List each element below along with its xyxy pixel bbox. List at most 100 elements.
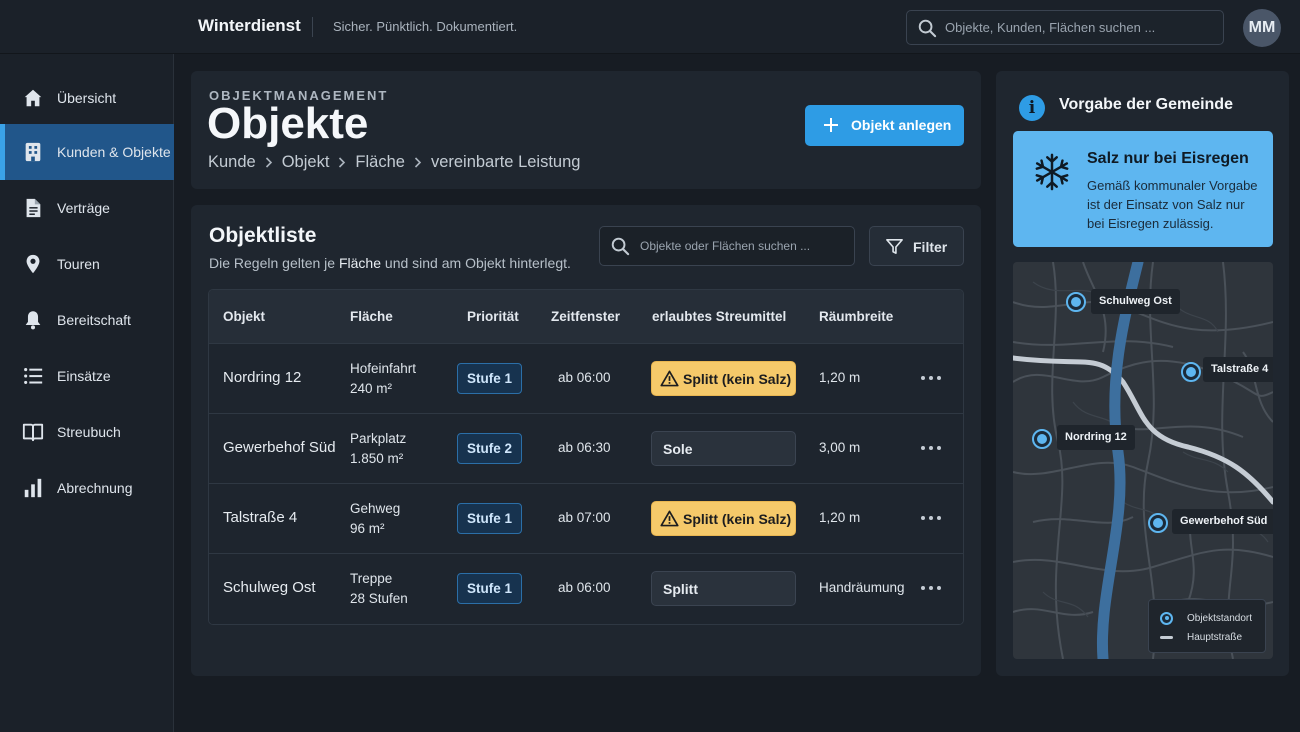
road-line-icon (1160, 635, 1173, 639)
more-actions-icon[interactable] (917, 576, 945, 600)
app-name: Winterdienst (198, 16, 301, 35)
map-legend: Objektstandort Hauptstraße (1148, 599, 1266, 653)
material-label: Splitt (kein Salz) (683, 511, 792, 527)
add-object-button[interactable]: Objekt anlegen (805, 105, 964, 146)
sidebar: Übersicht Kunden & Objekte Verträge Tour… (0, 54, 174, 732)
area-cell: Hofeinfahrt 240 m² (350, 359, 416, 399)
object-name: Gewerbehof Süd (223, 439, 336, 456)
filter-button[interactable]: Filter (869, 226, 964, 266)
map-pin-schulweg-ost[interactable] (1066, 292, 1086, 312)
sidebar-item-label: Abrechnung (57, 480, 133, 496)
column-header-raeumbreite[interactable]: Räumbreite (819, 309, 893, 324)
material-badge: Splitt (kein Salz) (651, 501, 796, 536)
object-search-input[interactable] (640, 227, 848, 265)
notice-title: Salz nur bei Eisregen (1087, 150, 1249, 167)
global-search[interactable] (906, 10, 1224, 45)
clearing-width: Handräumung (819, 580, 905, 595)
map-pin-nordring-12[interactable] (1032, 429, 1052, 449)
priority-badge[interactable]: Stufe 1 (457, 573, 522, 604)
object-name: Talstraße 4 (223, 509, 298, 526)
object-name: Schulweg Ost (223, 579, 316, 596)
chevron-right-icon (256, 156, 282, 168)
user-avatar[interactable]: MM (1243, 9, 1281, 47)
clearing-width: 1,20 m (819, 510, 861, 525)
table-row[interactable]: Schulweg Ost Treppe 28 Stufen Stufe 1 ab … (209, 553, 963, 624)
sidebar-item-touren[interactable]: Touren (0, 236, 174, 292)
app-tagline: Sicher. Pünktlich. Dokumentiert. (333, 19, 518, 34)
map-pin-talstrasse-4[interactable] (1181, 362, 1201, 382)
breadcrumb-item-flaeche[interactable]: Fläche (355, 153, 405, 172)
priority-badge[interactable]: Stufe 2 (457, 433, 522, 464)
map-pin-icon (22, 253, 44, 275)
bell-icon (22, 309, 44, 331)
breadcrumb-item-leistung[interactable]: vereinbarte Leistung (431, 153, 581, 172)
info-icon: i (1019, 95, 1045, 121)
sidebar-item-einsaetze[interactable]: Einsätze (0, 348, 174, 404)
priority-badge[interactable]: Stufe 1 (457, 503, 522, 534)
filter-icon (886, 239, 903, 254)
table-row[interactable]: Nordring 12 Hofeinfahrt 240 m² Stufe 1 ab… (209, 343, 963, 413)
brand-divider (312, 17, 313, 37)
area-size: 28 Stufen (350, 591, 408, 606)
more-actions-icon[interactable] (917, 506, 945, 530)
list-icon (22, 365, 44, 387)
area-name: Gehweg (350, 501, 401, 516)
map-pin-gewerbehof-sued[interactable] (1148, 513, 1168, 533)
material-label: Splitt (kein Salz) (683, 371, 792, 387)
material-badge: Splitt (651, 571, 796, 606)
warning-icon (660, 370, 679, 387)
sidebar-item-label: Bereitschaft (57, 312, 131, 328)
column-header-zeitfenster[interactable]: Zeitfenster (551, 309, 620, 324)
breadcrumb-item-objekt[interactable]: Objekt (282, 153, 330, 172)
sidebar-item-abrechnung[interactable]: Abrechnung (0, 460, 174, 516)
time-window: ab 07:00 (558, 510, 611, 525)
building-icon (22, 141, 44, 163)
subtitle-highlight: Fläche (338, 255, 382, 271)
legend-label: Hauptstraße (1187, 631, 1243, 643)
home-icon (22, 87, 44, 109)
sidebar-item-label: Einsätze (57, 368, 111, 384)
time-window: ab 06:30 (558, 440, 611, 455)
column-header-objekt[interactable]: Objekt (223, 309, 265, 324)
material-badge: Sole (651, 431, 796, 466)
object-map[interactable]: Schulweg Ost Talstraße 4 Nordring 12 Gew… (1013, 262, 1273, 659)
column-header-flaeche[interactable]: Fläche (350, 309, 393, 324)
sidebar-item-kunden-objekte[interactable]: Kunden & Objekte (0, 124, 174, 180)
column-header-prioritaet[interactable]: Priorität (467, 309, 519, 324)
area-name: Treppe (350, 571, 393, 586)
area-size: 1.850 m² (350, 451, 404, 466)
area-size: 96 m² (350, 521, 385, 536)
column-header-streumittel[interactable]: erlaubtes Streumittel (652, 309, 786, 324)
priority-badge[interactable]: Stufe 1 (457, 363, 522, 394)
legend-label: Objektstandort (1187, 612, 1253, 624)
search-icon (611, 237, 630, 256)
warning-icon (660, 510, 679, 527)
object-list-subtitle: Die Regeln gelten je Fläche und sind am … (209, 255, 571, 271)
clearing-width: 3,00 m (819, 440, 861, 455)
breadcrumb-item-kunde[interactable]: Kunde (208, 153, 256, 172)
map-label-talstrasse-4: Talstraße 4 (1203, 357, 1273, 382)
map-label-gewerbehof-sued: Gewerbehof Süd (1172, 509, 1273, 534)
notice-text: Gemäß kommunaler Vorgabe ist der Einsatz… (1087, 178, 1258, 231)
table-row[interactable]: Gewerbehof Süd Parkplatz 1.850 m² Stufe 2… (209, 413, 963, 483)
chevron-right-icon (329, 156, 355, 168)
page-title: Objekte (207, 99, 369, 148)
table-row[interactable]: Talstraße 4 Gehweg 96 m² Stufe 1 ab 07:00… (209, 483, 963, 553)
bar-chart-icon (22, 477, 44, 499)
map-label-schulweg-ost: Schulweg Ost (1091, 289, 1180, 314)
sidebar-item-vertraege[interactable]: Verträge (0, 180, 174, 236)
subtitle-before: Die Regeln gelten je (209, 255, 336, 271)
sidebar-item-uebersicht[interactable]: Übersicht (0, 70, 174, 126)
area-cell: Treppe 28 Stufen (350, 569, 408, 609)
object-search[interactable] (599, 226, 855, 266)
more-actions-icon[interactable] (917, 366, 945, 390)
object-list-title: Objektliste (209, 224, 317, 247)
subtitle-after: und sind am Objekt hinterlegt. (384, 255, 571, 271)
global-search-input[interactable] (945, 11, 1217, 44)
top-bar: Winterdienst Sicher. Pünktlich. Dokument… (0, 0, 1300, 54)
object-table: Objekt Fläche Priorität Zeitfenster erla… (208, 289, 964, 625)
sidebar-item-streubuch[interactable]: Streubuch (0, 404, 174, 460)
sidebar-item-bereitschaft[interactable]: Bereitschaft (0, 292, 174, 348)
more-actions-icon[interactable] (917, 436, 945, 460)
panel-title: Vorgabe der Gemeinde (1059, 96, 1233, 113)
